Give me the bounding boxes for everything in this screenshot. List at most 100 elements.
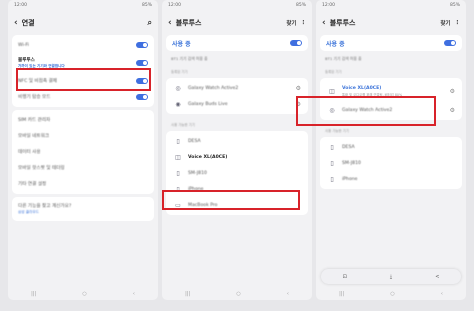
- setting-label: 모바일 네트워크: [18, 134, 50, 139]
- buds-icon: ◉: [175, 100, 181, 108]
- device-name: Galaxy Watch Active2: [188, 85, 239, 91]
- on-label: 사용 중: [326, 40, 345, 48]
- bluetooth-master-switch[interactable]: 사용 중: [320, 35, 462, 51]
- status-time: 12:00: [322, 3, 335, 8]
- setting-row-airplane[interactable]: 비행기 탑승 모드: [12, 89, 154, 105]
- home-icon[interactable]: ○: [82, 291, 86, 297]
- status-battery: 85%: [449, 3, 460, 8]
- bluetooth-toggle[interactable]: [444, 40, 456, 46]
- status-bar: 12:00 85%: [162, 0, 312, 14]
- suggestion-label: 다른 기능을 찾고 계신가요?: [18, 204, 72, 209]
- setting-label: SIM 카드 관리자: [18, 118, 51, 123]
- bluetooth-toggle[interactable]: [290, 40, 302, 46]
- setting-label: 블루투스: [18, 58, 35, 63]
- phone-icon: ▯: [330, 175, 334, 183]
- suggestion-card: 다른 기능을 찾고 계신가요? 삼성 클라우드: [12, 197, 154, 221]
- setting-label: 데이터 사용: [18, 150, 41, 155]
- device-row[interactable]: ▯ DESA: [320, 139, 462, 155]
- back-nav-icon[interactable]: ‹: [441, 291, 443, 297]
- airplane-toggle[interactable]: [136, 94, 148, 100]
- nav-bar: ||| ○ ‹: [316, 288, 466, 300]
- highlight-box-connected-device: [296, 96, 436, 126]
- speaker-icon: ◫: [175, 153, 181, 161]
- device-row[interactable]: ▯ SM-J810: [320, 155, 462, 171]
- device-name: DESA: [342, 144, 355, 150]
- device-row[interactable]: ◎ Galaxy Watch Active2 ⚙: [166, 80, 308, 96]
- visibility-caption: BT1 기기 검색 허용 중: [325, 56, 362, 61]
- scan-button[interactable]: 찾기: [440, 19, 450, 27]
- paired-devices-card: ◎ Galaxy Watch Active2 ⚙ ◉ Galaxy Buds L…: [166, 78, 308, 114]
- header: ‹ 블루투스 찾기 ⋮: [162, 14, 312, 32]
- phone-screen-connections: 12:00 85% ‹ 연결 ⌕ Wi-Fi 블루투스 가까이 있는 기기와 연…: [8, 0, 158, 300]
- setting-row[interactable]: 데이터 사용: [12, 144, 154, 160]
- speaker-icon: ◫: [329, 87, 335, 95]
- recent-apps-icon[interactable]: |||: [185, 291, 190, 297]
- back-nav-icon[interactable]: ‹: [287, 291, 289, 297]
- page-title: 연결: [21, 19, 35, 27]
- more-menu-icon[interactable]: ⋮: [301, 20, 307, 26]
- section-paired: 등록된 기기: [325, 70, 342, 74]
- device-settings-icon[interactable]: ⚙: [450, 88, 455, 95]
- download-icon[interactable]: ⤓: [390, 274, 392, 280]
- back-icon[interactable]: ‹: [168, 18, 172, 28]
- back-icon[interactable]: ‹: [14, 18, 18, 28]
- status-bar: 12:00 85%: [8, 0, 158, 14]
- setting-row[interactable]: 기타 연결 설정: [12, 176, 154, 192]
- device-row-voice-xl[interactable]: ◫ Voice XL(A0CE): [166, 149, 308, 165]
- device-name: SM-J810: [342, 160, 361, 166]
- device-name: Galaxy Buds Live: [188, 101, 228, 107]
- suggestion-link[interactable]: 삼성 클라우드: [18, 210, 148, 215]
- bluetooth-master-switch[interactable]: 사용 중: [166, 35, 308, 51]
- highlight-box-bluetooth: [16, 68, 151, 91]
- phone-icon: ▯: [176, 169, 180, 177]
- watch-icon: ◎: [175, 84, 181, 92]
- setting-row[interactable]: 모바일 핫스팟 및 테더링: [12, 160, 154, 176]
- setting-row[interactable]: 모바일 네트워크: [12, 128, 154, 144]
- search-icon[interactable]: ⌕: [148, 18, 152, 28]
- phone-icon: ▯: [330, 159, 334, 167]
- more-menu-icon[interactable]: ⋮: [455, 20, 461, 26]
- device-row[interactable]: ▯ SM-J810: [166, 165, 308, 181]
- header: ‹ 블루투스 찾기 ⋮: [316, 14, 466, 32]
- device-name: DESA: [188, 138, 201, 144]
- device-name: Voice XL(A0CE): [188, 154, 228, 160]
- device-name: SM-J810: [188, 170, 207, 176]
- nav-bar: ||| ○ ‹: [8, 288, 158, 300]
- share-icon[interactable]: <: [435, 274, 439, 280]
- home-icon[interactable]: ○: [390, 291, 394, 297]
- scan-button[interactable]: 찾기: [286, 19, 296, 27]
- setting-label: 기타 연결 설정: [18, 182, 47, 187]
- setting-label: 모바일 핫스팟 및 테더링: [18, 166, 65, 171]
- device-row[interactable]: ▯ DESA: [166, 133, 308, 149]
- recent-apps-icon[interactable]: |||: [31, 291, 36, 297]
- device-settings-icon[interactable]: ⚙: [296, 85, 301, 92]
- home-icon[interactable]: ○: [236, 291, 240, 297]
- section-available: 사용 가능한 기기: [171, 123, 195, 127]
- visibility-caption: BT1 기기 검색 허용 중: [171, 56, 208, 61]
- screenshot-toolbar: ⊡ ⤓ <: [321, 269, 461, 284]
- setting-row-wifi[interactable]: Wi-Fi: [12, 37, 154, 53]
- phone-screen-bluetooth-paired: 12:00 85% ‹ 블루투스 찾기 ⋮ 사용 중 BT1 기기 검색 허용 …: [316, 0, 466, 300]
- recent-apps-icon[interactable]: |||: [339, 291, 344, 297]
- setting-label: 비행기 탑승 모드: [18, 95, 51, 100]
- section-paired: 등록된 기기: [171, 70, 188, 74]
- device-name: Voice XL(A0CE): [342, 85, 382, 91]
- available-devices-card: ▯ DESA ▯ SM-J810 ▯ iPhone: [320, 137, 462, 189]
- device-settings-icon[interactable]: ⚙: [450, 107, 455, 114]
- back-nav-icon[interactable]: ‹: [133, 291, 135, 297]
- phone-screen-bluetooth: 12:00 85% ‹ 블루투스 찾기 ⋮ 사용 중 BT1 기기 검색 허용 …: [162, 0, 312, 300]
- crop-icon[interactable]: ⊡: [343, 274, 347, 280]
- status-bar: 12:00 85%: [316, 0, 466, 14]
- suggestion-row[interactable]: 다른 기능을 찾고 계신가요? 삼성 클라우드: [12, 199, 154, 219]
- device-name: iPhone: [342, 176, 358, 182]
- device-row[interactable]: ◉ Galaxy Buds Live ⚙: [166, 96, 308, 112]
- status-time: 12:00: [14, 3, 27, 8]
- device-row[interactable]: ▯ iPhone: [320, 171, 462, 187]
- back-icon[interactable]: ‹: [322, 18, 326, 28]
- settings-card: SIM 카드 관리자 모바일 네트워크 데이터 사용 모바일 핫스팟 및 테더링…: [12, 110, 154, 194]
- bluetooth-toggle[interactable]: [136, 60, 148, 66]
- page-title: 블루투스: [175, 19, 202, 27]
- wifi-toggle[interactable]: [136, 42, 148, 48]
- setting-row[interactable]: SIM 카드 관리자: [12, 112, 154, 128]
- header: ‹ 연결 ⌕: [8, 14, 158, 32]
